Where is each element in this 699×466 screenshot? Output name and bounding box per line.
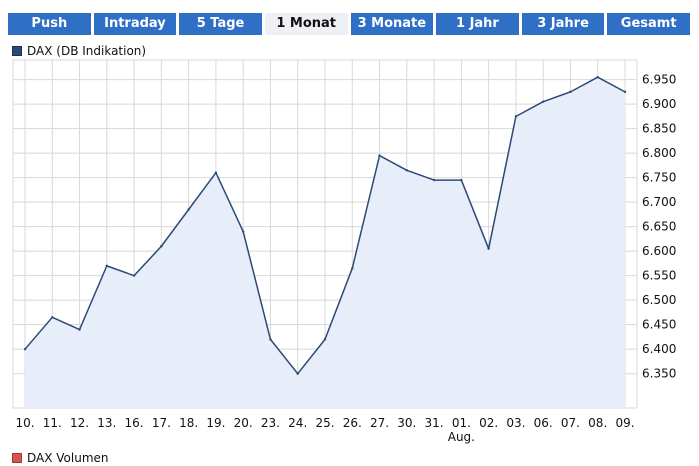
x-tick-label: 02. bbox=[479, 416, 498, 430]
y-tick-label: 6.850 bbox=[642, 122, 676, 136]
y-tick-label: 6.400 bbox=[642, 342, 676, 356]
data-point bbox=[323, 338, 327, 341]
x-tick-label: 13. bbox=[97, 416, 116, 430]
data-point bbox=[269, 338, 272, 341]
y-tick-label: 6.750 bbox=[642, 171, 676, 185]
data-point bbox=[596, 75, 599, 79]
data-point bbox=[351, 267, 354, 270]
y-tick-label: 6.350 bbox=[642, 367, 676, 381]
data-point bbox=[132, 274, 136, 277]
y-tick-label: 6.550 bbox=[642, 269, 676, 283]
data-point bbox=[514, 115, 518, 118]
x-tick-label: 09. bbox=[615, 416, 634, 430]
x-tick-label: 31. bbox=[425, 416, 444, 430]
x-tick-label: 01. bbox=[452, 416, 471, 430]
x-tick-label: 20. bbox=[234, 416, 253, 430]
data-point bbox=[241, 230, 245, 233]
data-point bbox=[623, 90, 627, 94]
y-tick-label: 6.950 bbox=[642, 73, 676, 87]
data-point bbox=[51, 316, 54, 319]
y-tick-label: 6.650 bbox=[642, 220, 676, 234]
data-point bbox=[541, 100, 545, 103]
x-tick-label: 10. bbox=[15, 416, 34, 430]
data-point bbox=[487, 247, 490, 250]
x-tick-label: 18. bbox=[179, 416, 198, 430]
data-point bbox=[214, 171, 218, 174]
data-point bbox=[105, 264, 109, 268]
data-point bbox=[569, 90, 572, 94]
x-tick-label: 06. bbox=[534, 416, 553, 430]
data-point bbox=[296, 372, 299, 375]
data-point bbox=[405, 169, 409, 172]
volume-legend-label: DAX Volumen bbox=[27, 451, 109, 465]
y-tick-label: 6.500 bbox=[642, 293, 676, 307]
x-tick-label: 11. bbox=[43, 416, 62, 430]
volume-legend: DAX Volumen bbox=[12, 450, 109, 466]
x-tick-label: 26. bbox=[343, 416, 362, 430]
data-point bbox=[23, 347, 27, 351]
data-point bbox=[378, 154, 381, 157]
y-tick-label: 6.700 bbox=[642, 195, 676, 209]
data-point bbox=[187, 208, 190, 211]
x-tick-label: 16. bbox=[125, 416, 144, 430]
x-tick-label: 24. bbox=[288, 416, 307, 430]
y-tick-label: 6.800 bbox=[642, 146, 676, 160]
data-point bbox=[432, 178, 436, 182]
x-tick-label: 23. bbox=[261, 416, 280, 430]
x-tick-label: 25. bbox=[315, 416, 334, 430]
x-tick-label: 12. bbox=[70, 416, 89, 430]
y-tick-label: 6.600 bbox=[642, 244, 676, 258]
price-chart: 6.350 6.400 6.450 6.500 6.550 6.600 6.650 6.700… bbox=[12, 59, 676, 444]
x-tick-label: 17. bbox=[152, 416, 171, 430]
y-tick-label: 6.450 bbox=[642, 318, 676, 332]
x-tick-label: 07. bbox=[561, 416, 580, 430]
data-point bbox=[160, 245, 163, 248]
data-point bbox=[78, 328, 81, 331]
x-month-label: Aug. bbox=[448, 430, 475, 444]
x-tick-label: 30. bbox=[397, 416, 416, 430]
x-tick-label: 27. bbox=[370, 416, 389, 430]
x-tick-label: 19. bbox=[206, 416, 225, 430]
volume-legend-swatch bbox=[12, 453, 22, 463]
x-tick-label: 03. bbox=[506, 416, 525, 430]
y-tick-label: 6.900 bbox=[642, 97, 676, 111]
x-tick-label: 08. bbox=[588, 416, 607, 430]
data-point bbox=[460, 178, 463, 182]
